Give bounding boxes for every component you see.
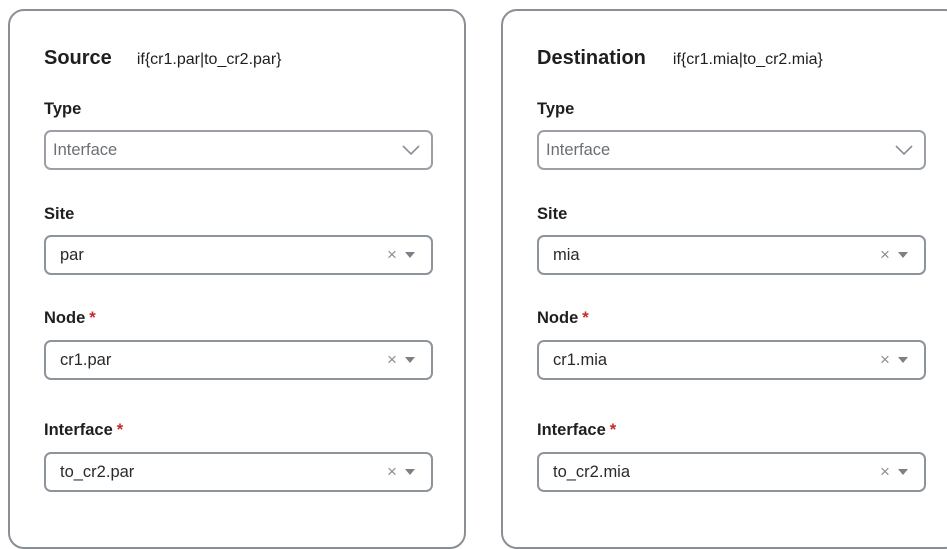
destination-interface-label: Interface * [537, 421, 616, 440]
source-type-select[interactable]: Interface [44, 130, 433, 170]
source-type-label-text: Type [44, 100, 82, 118]
source-type-label: Type [44, 100, 81, 119]
chevron-down-icon [391, 132, 431, 168]
caret-down-icon[interactable] [405, 237, 431, 273]
source-node-select[interactable]: cr1.par × [44, 340, 433, 380]
source-subtitle: if{cr1.par|to_cr2.par} [136, 51, 282, 68]
destination-interface-label-text: Interface [537, 421, 606, 439]
source-panel: Source if{cr1.par|to_cr2.par} Type Inter… [8, 9, 466, 549]
source-type-value: Interface [53, 140, 118, 159]
clear-icon[interactable]: × [876, 454, 894, 490]
source-node-value: cr1.par [60, 350, 112, 369]
source-site-value: par [60, 245, 84, 264]
required-marker: * [116, 421, 124, 439]
source-site-label: Site [44, 205, 74, 224]
destination-type-select[interactable]: Interface [537, 130, 926, 170]
destination-site-label: Site [537, 205, 567, 224]
destination-node-select[interactable]: cr1.mia × [537, 340, 926, 380]
destination-site-label-text: Site [537, 205, 568, 223]
source-interface-select[interactable]: to_cr2.par × [44, 452, 433, 492]
caret-down-icon[interactable] [898, 454, 924, 490]
destination-type-value: Interface [546, 140, 611, 159]
source-site-label-text: Site [44, 205, 75, 223]
caret-down-icon[interactable] [405, 342, 431, 378]
clear-icon[interactable]: × [383, 454, 401, 490]
source-header: Source if{cr1.par|to_cr2.par} [44, 47, 282, 70]
destination-site-value: mia [553, 245, 580, 264]
destination-title: Destination [537, 47, 646, 69]
destination-site-select[interactable]: mia × [537, 235, 926, 275]
destination-node-label-text: Node [537, 309, 579, 327]
source-interface-value: to_cr2.par [60, 462, 135, 481]
caret-down-icon[interactable] [405, 454, 431, 490]
required-marker: * [89, 309, 96, 327]
destination-type-label-text: Type [537, 100, 575, 118]
source-site-select[interactable]: par × [44, 235, 433, 275]
destination-node-value: cr1.mia [553, 350, 608, 369]
clear-icon[interactable]: × [383, 237, 401, 273]
source-interface-label: Interface * [44, 421, 123, 440]
destination-interface-select[interactable]: to_cr2.mia × [537, 452, 926, 492]
destination-interface-value: to_cr2.mia [553, 462, 631, 481]
source-interface-label-text: Interface [44, 421, 113, 439]
required-marker: * [609, 421, 617, 439]
destination-subtitle: if{cr1.mia|to_cr2.mia} [672, 51, 823, 68]
chevron-down-icon [884, 132, 924, 168]
destination-header: Destination if{cr1.mia|to_cr2.mia} [537, 47, 823, 70]
caret-down-icon[interactable] [898, 237, 924, 273]
destination-node-label: Node * [537, 309, 589, 328]
source-node-label: Node * [44, 309, 96, 328]
destination-type-label: Type [537, 100, 574, 119]
caret-down-icon[interactable] [898, 342, 924, 378]
source-node-label-text: Node [44, 309, 86, 327]
required-marker: * [582, 309, 589, 327]
clear-icon[interactable]: × [876, 237, 894, 273]
clear-icon[interactable]: × [876, 342, 894, 378]
destination-panel: Destination if{cr1.mia|to_cr2.mia} Type … [501, 9, 947, 549]
clear-icon[interactable]: × [383, 342, 401, 378]
source-title: Source [44, 47, 112, 69]
